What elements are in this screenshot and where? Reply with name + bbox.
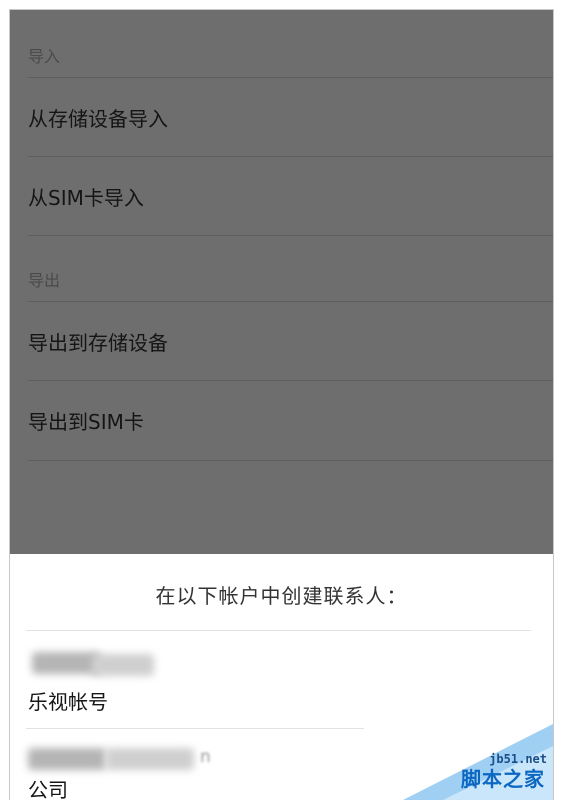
blurred-account-email xyxy=(106,748,194,770)
sheet-divider xyxy=(26,630,531,631)
import-section-header: 导入 xyxy=(28,47,61,66)
site-watermark: jb51.net 脚本之家 xyxy=(403,724,553,800)
watermark-site-name: 脚本之家 xyxy=(461,767,545,791)
dimmed-menu-backdrop[interactable]: 导入 从存储设备导入 从SIM卡导入 导出 导出到存储设备 导出到SIM卡 xyxy=(10,10,553,554)
import-from-storage-item[interactable]: 从存储设备导入 xyxy=(28,78,553,156)
export-to-storage-item[interactable]: 导出到存储设备 xyxy=(28,302,553,380)
blurred-account-email-tail: n xyxy=(200,747,211,767)
sheet-title: 在以下帐户中创建联系人： xyxy=(155,584,408,608)
blurred-account-email xyxy=(28,748,106,770)
account-option-letv[interactable]: 乐视帐号 xyxy=(10,634,553,722)
export-to-sim-item[interactable]: 导出到SIM卡 xyxy=(28,381,553,459)
account-label: 公司 xyxy=(28,778,68,800)
divider xyxy=(28,460,553,461)
divider xyxy=(28,235,553,236)
sheet-divider xyxy=(26,728,364,729)
screen-frame: 导入 从存储设备导入 从SIM卡导入 导出 导出到存储设备 导出到SIM卡 在以… xyxy=(9,9,554,800)
export-section-header: 导出 xyxy=(28,271,61,290)
import-from-sim-item[interactable]: 从SIM卡导入 xyxy=(28,157,553,235)
blurred-account-email xyxy=(92,654,154,676)
blurred-account-email xyxy=(32,652,100,674)
account-label: 乐视帐号 xyxy=(28,690,108,714)
